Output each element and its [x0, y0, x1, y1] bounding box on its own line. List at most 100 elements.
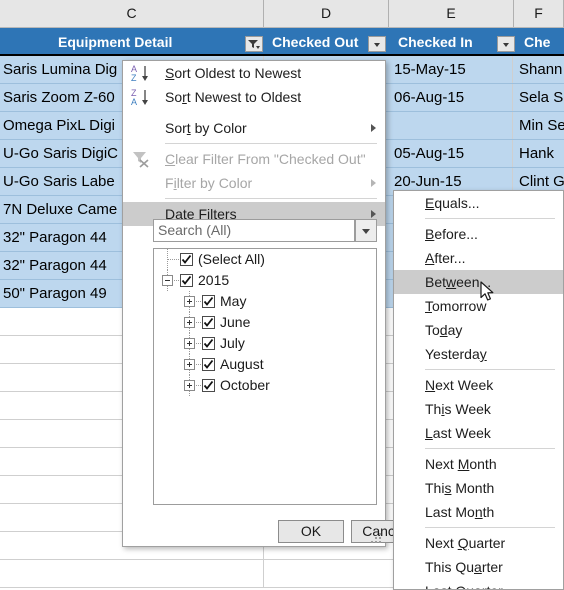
check-icon — [203, 317, 214, 327]
ok-button[interactable]: OK — [278, 520, 344, 543]
date-filter-label: This Month — [425, 480, 495, 496]
table-header-cell-0: Equipment Detail — [58, 34, 173, 50]
search-dropdown-button[interactable] — [355, 219, 377, 242]
filter-active-button-0[interactable] — [245, 36, 263, 52]
date-filter-next-week[interactable]: Next Week — [394, 373, 563, 397]
menu-item-sort-by-color[interactable]: Sort by Color — [123, 116, 385, 140]
column-header-e[interactable]: E — [389, 0, 514, 27]
column-header-c[interactable]: C — [0, 0, 264, 27]
menu-item-filter-by-color: Filter by Color — [123, 171, 385, 195]
clear-filter-icon — [131, 149, 153, 169]
cell-person[interactable]: Hank — [516, 140, 564, 167]
cell-person[interactable]: Shann — [516, 56, 564, 83]
column-header-f[interactable]: F — [514, 0, 564, 27]
date-filter-label: Next Quarter — [425, 535, 506, 551]
tree-item-may[interactable]: May — [154, 291, 376, 312]
date-filter-label: Today — [425, 322, 463, 338]
date-filter-last-month[interactable]: Last Month — [394, 500, 563, 524]
menu-item-sort-newest-to-oldest[interactable]: Z A Sort Newest to Oldest — [123, 85, 385, 109]
tree-expander-plus-icon[interactable] — [184, 359, 195, 370]
table-header-cell-1: Checked Out — [272, 34, 359, 50]
menu-item-label: Filter by Color — [165, 175, 253, 191]
date-filter-after[interactable]: After... — [394, 246, 563, 270]
tree-checkbox[interactable] — [202, 316, 215, 329]
check-icon — [203, 359, 214, 369]
date-filter-next-quarter[interactable]: Next Quarter — [394, 531, 563, 555]
tree-checkbox[interactable] — [180, 253, 193, 266]
chevron-down-icon — [503, 43, 509, 47]
svg-text:Z: Z — [131, 73, 137, 83]
resize-grip[interactable] — [371, 533, 382, 543]
tree-item-2015[interactable]: 2015 — [154, 270, 376, 291]
date-filter-this-quarter[interactable]: This Quarter — [394, 555, 563, 579]
menu-separator — [165, 143, 377, 144]
date-filter-this-week[interactable]: This Week — [394, 397, 563, 421]
cell-checked_in[interactable]: 15-May-15 — [391, 56, 513, 83]
tree-item-july[interactable]: July — [154, 333, 376, 354]
cell-checked_in[interactable] — [391, 112, 513, 139]
tree-checkbox[interactable] — [202, 295, 215, 308]
filter-value-tree[interactable]: (Select All) 2015 May June July August October — [153, 248, 377, 505]
date-filter-last-quarter[interactable]: Last Quarter — [394, 579, 563, 589]
date-filter-label: Tomorrow — [425, 298, 487, 314]
menu-item-label: Sort Oldest to Newest — [165, 65, 302, 81]
menu-item-label: Sort Newest to Oldest — [165, 89, 302, 105]
tree-item-select-all[interactable]: (Select All) — [154, 249, 376, 270]
date-filter-label: Yesterday — [425, 346, 487, 362]
excel-filter-screen: CDEF Equipment Detail Checked Out Checked … — [0, 0, 564, 590]
tree-item-label: August — [220, 356, 264, 372]
submenu-separator — [425, 218, 555, 219]
date-filter-today[interactable]: Today — [394, 318, 563, 342]
date-filter-between[interactable]: Between... — [394, 270, 563, 294]
submenu-arrow-icon — [371, 124, 376, 132]
tree-checkbox[interactable] — [202, 379, 215, 392]
date-filter-label: Between... — [425, 274, 492, 290]
cell-person[interactable]: Sela S — [516, 84, 564, 111]
tree-item-label: June — [220, 314, 251, 330]
tree-expander-plus-icon[interactable] — [184, 338, 195, 349]
submenu-separator — [425, 369, 555, 370]
tree-item-october[interactable]: October — [154, 375, 376, 396]
date-filter-equals[interactable]: Equals... — [394, 191, 563, 215]
filter-dropdown-button-1[interactable] — [368, 36, 386, 52]
tree-expander-plus-icon[interactable] — [184, 296, 195, 307]
tree-checkbox[interactable] — [180, 274, 193, 287]
filter-search-area: Search (All) — [153, 219, 377, 242]
date-filter-this-month[interactable]: This Month — [394, 476, 563, 500]
date-filter-tomorrow[interactable]: Tomorrow — [394, 294, 563, 318]
tree-item-label: May — [220, 293, 247, 309]
tree-expander-minus-icon[interactable] — [162, 275, 173, 286]
menu-item-label: Clear Filter From "Checked Out" — [165, 151, 366, 167]
cell-person[interactable]: Min Se — [516, 112, 564, 139]
menu-separator — [165, 198, 377, 199]
tree-item-label: 2015 — [198, 272, 230, 288]
svg-text:A: A — [131, 97, 137, 107]
date-filter-label: After... — [425, 250, 466, 266]
menu-item-sort-oldest-to-newest[interactable]: A Z Sort Oldest to Newest — [123, 61, 385, 85]
tree-checkbox[interactable] — [202, 358, 215, 371]
date-filter-label: Last Week — [425, 425, 491, 441]
column-header-d[interactable]: D — [264, 0, 389, 27]
tree-item-label: July — [220, 335, 245, 351]
tree-expander-plus-icon[interactable] — [184, 317, 195, 328]
date-filter-label: Before... — [425, 226, 478, 242]
filter-dropdown-panel: A Z Sort Oldest to Newest Z A Sort Newest to … — [122, 60, 417, 547]
filter-dropdown-button-2[interactable] — [497, 36, 515, 52]
date-filters-submenu: Equals... Before... After... Between... Tomo… — [393, 190, 564, 590]
date-filter-next-month[interactable]: Next Month — [394, 452, 563, 476]
tree-item-june[interactable]: June — [154, 312, 376, 333]
cell-checked_in[interactable]: 06-Aug-15 — [391, 84, 513, 111]
date-filter-last-week[interactable]: Last Week — [394, 421, 563, 445]
tree-expander-plus-icon[interactable] — [184, 380, 195, 391]
tree-checkbox[interactable] — [202, 337, 215, 350]
check-icon — [181, 275, 192, 285]
cell-equipment[interactable] — [0, 560, 264, 587]
date-filter-yesterday[interactable]: Yesterday — [394, 342, 563, 366]
tree-item-august[interactable]: August — [154, 354, 376, 375]
cell-checked_in[interactable]: 05-Aug-15 — [391, 140, 513, 167]
sort-az-icon: AZ — [131, 64, 148, 83]
submenu-separator — [425, 448, 555, 449]
date-filter-before[interactable]: Before... — [394, 222, 563, 246]
search-input[interactable]: Search (All) — [153, 219, 355, 242]
date-filter-label: This Quarter — [425, 559, 503, 575]
